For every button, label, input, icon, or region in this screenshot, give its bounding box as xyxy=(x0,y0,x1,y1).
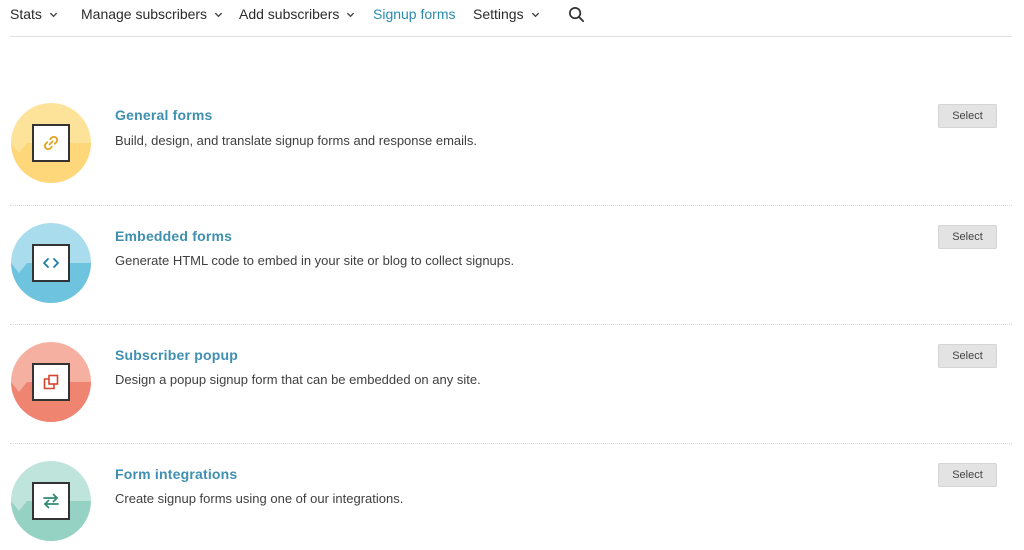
form-option-title[interactable]: General forms xyxy=(115,107,213,123)
nav-item-signup-forms[interactable]: Signup forms xyxy=(373,6,455,22)
form-option-description: Create signup forms using one of our int… xyxy=(115,491,404,506)
nav-item-label: Manage subscribers xyxy=(81,6,208,22)
form-option-embedded-forms: Embedded forms Generate HTML code to emb… xyxy=(10,205,1012,325)
select-button[interactable]: Select xyxy=(938,104,997,128)
chevron-down-icon xyxy=(347,12,355,17)
form-option-subscriber-popup: Subscriber popup Design a popup signup f… xyxy=(10,324,1012,444)
form-option-title[interactable]: Form integrations xyxy=(115,466,237,482)
form-option-description: Build, design, and translate signup form… xyxy=(115,133,478,148)
chevron-down-icon xyxy=(49,12,58,17)
chevron-down-icon xyxy=(214,12,223,17)
link-icon xyxy=(32,124,70,162)
form-option-title[interactable]: Embedded forms xyxy=(115,228,232,244)
nav-item-label: Stats xyxy=(10,6,42,22)
subscriber-popup-badge xyxy=(11,342,91,422)
form-option-title[interactable]: Subscriber popup xyxy=(115,347,238,363)
select-button[interactable]: Select xyxy=(938,344,997,368)
form-option-form-integrations: Form integrations Create signup forms us… xyxy=(10,443,1012,550)
swap-arrows-icon xyxy=(32,482,70,520)
nav-item-label: Add subscribers xyxy=(239,6,340,22)
select-button[interactable]: Select xyxy=(938,225,997,249)
nav-item-label: Settings xyxy=(473,6,524,22)
select-button[interactable]: Select xyxy=(938,463,997,487)
top-navigation: Stats Manage subscribers Add subscribers… xyxy=(10,0,1012,37)
nav-item-stats[interactable]: Stats xyxy=(10,6,58,22)
chevron-down-icon xyxy=(531,12,539,17)
form-option-description: Design a popup signup form that can be e… xyxy=(115,372,481,387)
code-icon xyxy=(32,244,70,282)
form-option-description: Generate HTML code to embed in your site… xyxy=(115,253,515,268)
nav-item-settings[interactable]: Settings xyxy=(473,6,540,22)
nav-item-label: Signup forms xyxy=(373,6,456,22)
popup-icon xyxy=(32,363,70,401)
general-forms-badge xyxy=(11,103,91,183)
form-option-general-forms: General forms Build, design, and transla… xyxy=(10,85,1012,205)
nav-item-add-subscribers[interactable]: Add subscribers xyxy=(239,6,355,22)
form-integrations-badge xyxy=(11,461,91,541)
embedded-forms-badge xyxy=(11,223,91,303)
search-icon[interactable] xyxy=(568,6,585,23)
nav-item-manage-subscribers[interactable]: Manage subscribers xyxy=(81,6,223,22)
